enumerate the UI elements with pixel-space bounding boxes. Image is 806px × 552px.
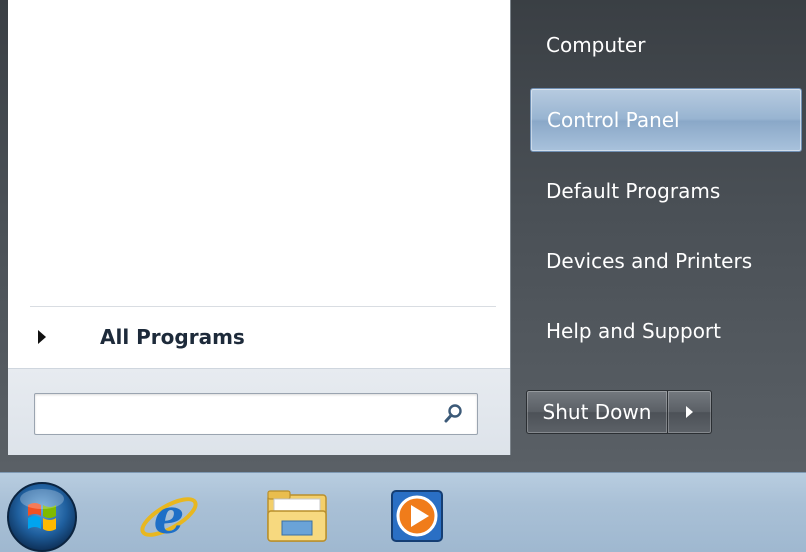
search-input[interactable] [41,398,431,430]
menu-item-label: Devices and Printers [546,249,753,273]
menu-item-label: Computer [546,33,646,57]
start-menu: All Programs Computer Control Panel Defa… [0,0,806,472]
search-box[interactable] [34,393,478,435]
start-orb-icon[interactable] [4,477,84,552]
menu-item-label: Help and Support [546,319,721,343]
recent-programs-area [8,0,510,304]
start-menu-left-pane: All Programs [8,0,511,455]
menu-item-label: Default Programs [546,179,721,203]
taskbar: e [0,472,806,552]
start-menu-right-pane: Computer Control Panel Default Programs … [512,0,806,472]
search-icon[interactable] [443,403,463,425]
left-pane-separator [30,306,496,307]
menu-item-default-programs[interactable]: Default Programs [530,162,802,220]
shutdown-label: Shut Down [542,400,652,424]
media-player-icon[interactable] [382,481,452,549]
windows-explorer-icon[interactable] [262,481,332,549]
svg-text:e: e [154,489,185,545]
all-programs-label: All Programs [100,325,245,349]
search-strip [8,368,510,455]
internet-explorer-icon[interactable]: e [134,481,204,549]
menu-item-label: Control Panel [547,108,680,132]
menu-item-computer[interactable]: Computer [530,16,802,74]
menu-item-control-panel[interactable]: Control Panel [530,88,802,152]
shutdown-options-button[interactable] [668,390,712,434]
all-programs-button[interactable]: All Programs [24,314,504,360]
triangle-right-icon [38,330,46,344]
shutdown-group: Shut Down [526,390,712,434]
shutdown-button[interactable]: Shut Down [526,390,668,434]
menu-item-help-and-support[interactable]: Help and Support [530,302,802,360]
menu-item-devices-and-printers[interactable]: Devices and Printers [530,232,802,290]
triangle-right-icon [686,406,693,418]
